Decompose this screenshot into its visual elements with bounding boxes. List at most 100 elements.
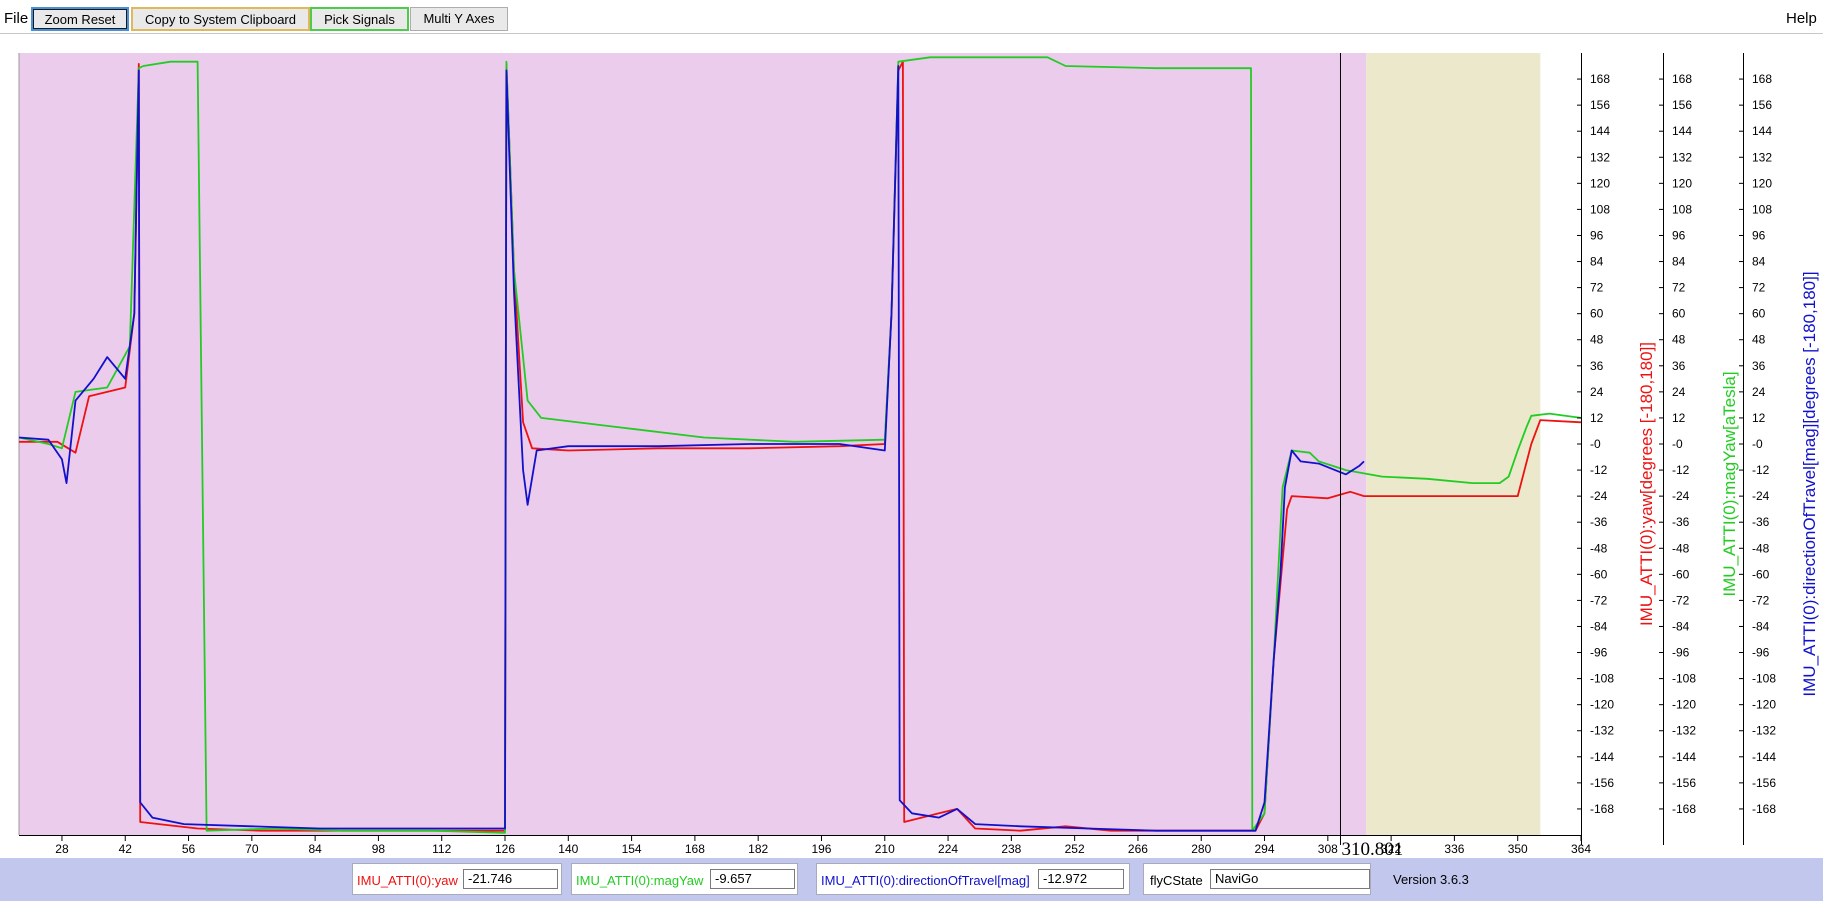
x-tick-label: 224 <box>938 842 958 856</box>
magyaw-label: IMU_ATTI(0):magYaw <box>576 873 704 888</box>
y-tick-label: -12 <box>1590 463 1608 477</box>
y-tick-label: -108 <box>1672 672 1696 686</box>
flyc-state-readout: flyCState NaviGo <box>1143 863 1371 895</box>
y-tick-label: 168 <box>1752 72 1772 86</box>
y-tick-label: 72 <box>1590 281 1604 295</box>
version-label: Version 3.6.3 <box>1393 872 1469 887</box>
y-tick-label: -24 <box>1590 489 1608 503</box>
zoom-reset-button[interactable]: Zoom Reset <box>31 7 129 31</box>
y-tick-label: 132 <box>1752 150 1772 164</box>
signal-chart[interactable]: 28 42 56 70 84 98 112 126 140 154 168 182 196 210 224 2… <box>0 34 1823 858</box>
y-tick-label: -60 <box>1672 567 1690 581</box>
help-menu[interactable]: Help <box>1786 10 1817 27</box>
y-tick-label: 156 <box>1590 98 1610 112</box>
x-tick-label: 182 <box>748 842 768 856</box>
y-axis-title: IMU_ATTI(0):yaw[degrees [-180,180]] <box>1637 342 1656 626</box>
flyc-state-label: flyCState <box>1150 873 1203 888</box>
magyaw-value-field[interactable]: -9.657 <box>710 869 795 889</box>
file-menu[interactable]: File <box>4 10 28 27</box>
y-tick-label: 84 <box>1672 255 1686 269</box>
y-tick-label: 168 <box>1590 72 1610 86</box>
y-tick-label: -0 <box>1672 437 1683 451</box>
y-tick-label: -120 <box>1752 698 1776 712</box>
y-tick-label: 60 <box>1752 307 1766 321</box>
y-tick-label: -36 <box>1590 515 1608 529</box>
y-tick-label: 96 <box>1590 228 1604 242</box>
y-tick-label: -144 <box>1590 750 1614 764</box>
y-tick-label: 48 <box>1752 333 1766 347</box>
y-tick-label: 96 <box>1752 228 1766 242</box>
x-tick-label: 294 <box>1255 842 1275 856</box>
copy-to-clipboard-button[interactable]: Copy to System Clipboard <box>131 7 310 31</box>
y-tick-label: -132 <box>1590 724 1614 738</box>
x-tick-label: 140 <box>558 842 578 856</box>
yaw-readout: IMU_ATTI(0):yaw -21.746 <box>352 863 562 895</box>
x-tick-label: 336 <box>1444 842 1464 856</box>
y-tick-label: -168 <box>1752 802 1776 816</box>
pick-signals-button[interactable]: Pick Signals <box>310 7 409 31</box>
y-tick-label: 96 <box>1672 228 1686 242</box>
toolbar: File Zoom Reset Copy to System Clipboard… <box>0 0 1823 33</box>
yaw-value-field[interactable]: -21.746 <box>463 869 558 889</box>
y-tick-label: 48 <box>1672 333 1686 347</box>
direction-of-travel-value-field[interactable]: -12.972 <box>1038 869 1124 889</box>
x-tick-label: 210 <box>875 842 895 856</box>
x-tick-label: 238 <box>1001 842 1021 856</box>
y-tick-label: -168 <box>1672 802 1696 816</box>
y-tick-label: -120 <box>1672 698 1696 712</box>
y-tick-label: 156 <box>1672 98 1692 112</box>
y-tick-label: -36 <box>1672 515 1690 529</box>
y-tick-label: 168 <box>1672 72 1692 86</box>
state-region-other <box>1366 53 1541 835</box>
y-tick-label: -96 <box>1672 646 1690 660</box>
y-tick-label: -48 <box>1752 541 1770 555</box>
y-tick-label: 132 <box>1672 150 1692 164</box>
y-tick-label: 120 <box>1672 176 1692 190</box>
y-tick-label: -96 <box>1752 646 1770 660</box>
y-tick-label: 108 <box>1752 202 1772 216</box>
y-tick-label: -24 <box>1752 489 1770 503</box>
x-tick-label: 112 <box>432 842 451 856</box>
y-axis-title: IMU_ATTI(0):magYaw[aTesla] <box>1720 371 1739 596</box>
y-tick-label: 60 <box>1590 307 1604 321</box>
y-tick-label: 36 <box>1590 359 1604 373</box>
flyc-state-value-field[interactable]: NaviGo <box>1210 869 1370 889</box>
y-tick-label: 84 <box>1752 255 1766 269</box>
y-tick-label: -48 <box>1672 541 1690 555</box>
y-tick-label: 144 <box>1752 124 1772 138</box>
y-tick-label: 144 <box>1590 124 1610 138</box>
y-tick-label: -72 <box>1590 593 1608 607</box>
y-tick-label: -156 <box>1672 776 1696 790</box>
time-cursor-label: 310.801 <box>1341 839 1403 858</box>
direction-of-travel-readout: IMU_ATTI(0):directionOfTravel[mag] -12.9… <box>816 863 1130 895</box>
magyaw-readout: IMU_ATTI(0):magYaw -9.657 <box>571 863 798 895</box>
y-tick-label: -168 <box>1590 802 1614 816</box>
y-tick-label: 132 <box>1590 150 1610 164</box>
y-tick-label: -72 <box>1752 593 1770 607</box>
y-tick-label: 120 <box>1752 176 1772 190</box>
x-tick-label: 126 <box>495 842 515 856</box>
y-tick-label: 108 <box>1590 202 1610 216</box>
y-tick-label: -84 <box>1590 619 1608 633</box>
x-tick-label: 154 <box>622 842 642 856</box>
x-tick-label: 168 <box>685 842 705 856</box>
y-tick-label: 12 <box>1590 411 1604 425</box>
y-tick-label: 156 <box>1752 98 1772 112</box>
y-tick-label: 36 <box>1752 359 1766 373</box>
y-tick-label: 24 <box>1752 385 1766 399</box>
y-tick-label: -156 <box>1590 776 1614 790</box>
y-tick-label: 60 <box>1672 307 1686 321</box>
y-tick-label: 36 <box>1672 359 1686 373</box>
y-tick-label: -84 <box>1672 619 1690 633</box>
y-tick-label: -72 <box>1672 593 1690 607</box>
y-tick-label: -48 <box>1590 541 1608 555</box>
y-tick-label: 144 <box>1672 124 1692 138</box>
x-tick-label: 308 <box>1318 842 1338 856</box>
x-tick-label: 266 <box>1128 842 1148 856</box>
yaw-label: IMU_ATTI(0):yaw <box>357 873 458 888</box>
y-tick-label: -96 <box>1590 646 1608 660</box>
y-tick-label: -144 <box>1752 750 1776 764</box>
y-axis-title: IMU_ATTI(0):directionOfTravel[mag][degre… <box>1800 271 1819 696</box>
y-axes: 168 156 144 132 120 108 96 84 72 60 48 36 24 12 -0 -12 -… <box>1577 53 1819 845</box>
multi-y-axes-button[interactable]: Multi Y Axes <box>410 7 508 31</box>
